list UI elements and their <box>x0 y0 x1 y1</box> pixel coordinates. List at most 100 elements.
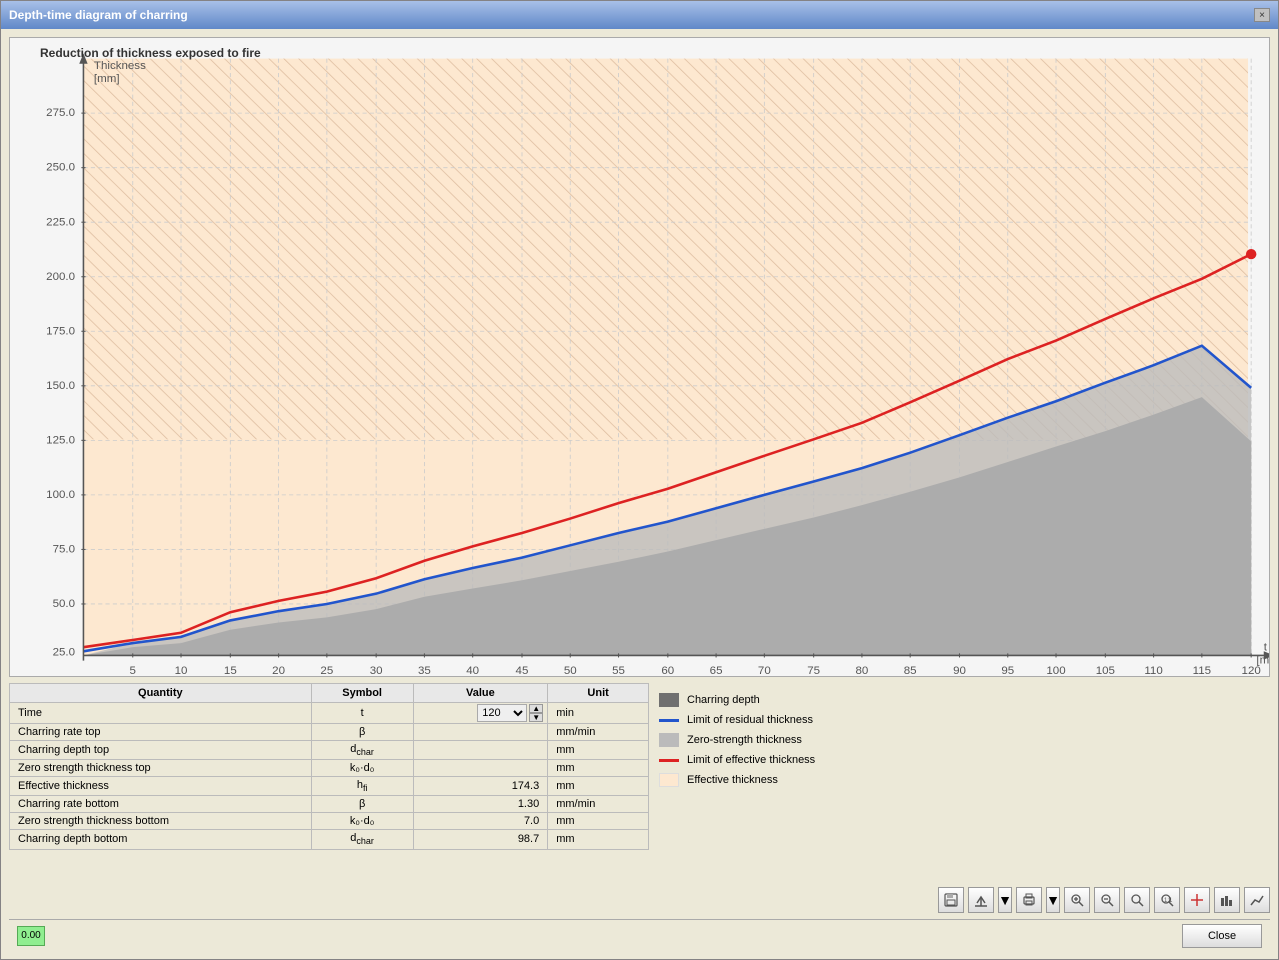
toolbar-section: ▼ ▼ 1:1 <box>659 887 1270 913</box>
legend-label-effective-line: Limit of effective thickness <box>687 754 815 766</box>
title-bar: Depth-time diagram of charring × <box>1 1 1278 29</box>
cross-button[interactable] <box>1184 887 1210 913</box>
chart-area: 275.0 250.0 225.0 200.0 175.0 150.0 125.… <box>9 37 1270 677</box>
value-charring-depth-top <box>413 741 548 760</box>
svg-text:1:1: 1:1 <box>1164 898 1173 904</box>
svg-text:100: 100 <box>1046 665 1065 676</box>
svg-text:10: 10 <box>175 665 188 676</box>
unit-charring-depth-top: mm <box>548 741 649 760</box>
quantity-charring-depth-bottom: Charring depth bottom <box>10 830 312 849</box>
svg-text:75: 75 <box>807 665 820 676</box>
quantity-effective-thickness: Effective thickness <box>10 777 312 796</box>
svg-text:150.0: 150.0 <box>46 380 75 392</box>
svg-text:225.0: 225.0 <box>46 216 75 228</box>
unit-zero-strength-top: mm <box>548 760 649 777</box>
chart-title: Reduction of thickness exposed to fire <box>40 46 261 60</box>
status-indicator: 0.00 <box>17 926 45 946</box>
export-button[interactable] <box>968 887 994 913</box>
value-effective-thickness: 174.3 <box>413 777 548 796</box>
svg-text:95: 95 <box>1001 665 1014 676</box>
window-close-button[interactable]: × <box>1254 8 1270 22</box>
line-chart-button[interactable] <box>1244 887 1270 913</box>
legend-label-charring: Charring depth <box>687 694 760 706</box>
svg-text:15: 15 <box>224 665 237 676</box>
zoom-fit-button[interactable] <box>1124 887 1150 913</box>
time-up-button[interactable]: ▲ <box>529 704 543 713</box>
time-down-button[interactable]: ▼ <box>529 713 543 722</box>
legend-swatch-effective-line <box>659 759 679 762</box>
legend-label-residual: Limit of residual thickness <box>687 714 813 726</box>
bottom-section: Quantity Symbol Value Unit Time t <box>9 683 1270 913</box>
symbol-charring-depth-top: dchar <box>311 741 413 760</box>
svg-text:30: 30 <box>370 665 383 676</box>
svg-text:20: 20 <box>272 665 285 676</box>
quantity-charring-depth-top: Charring depth top <box>10 741 312 760</box>
svg-text:[mm]: [mm] <box>94 73 120 85</box>
svg-text:80: 80 <box>856 665 869 676</box>
unit-time: min <box>548 703 649 724</box>
col-value: Value <box>413 684 548 703</box>
symbol-zero-strength-bottom: k₀·d₀ <box>311 813 413 830</box>
svg-text:115: 115 <box>1193 665 1211 676</box>
legend-swatch-effective-area <box>659 773 679 787</box>
svg-text:105: 105 <box>1096 665 1115 676</box>
svg-text:110: 110 <box>1144 665 1162 676</box>
svg-text:45: 45 <box>516 665 529 676</box>
svg-text:35: 35 <box>418 665 431 676</box>
value-zero-strength-top <box>413 760 548 777</box>
col-unit: Unit <box>548 684 649 703</box>
svg-text:5: 5 <box>130 665 136 676</box>
svg-text:200.0: 200.0 <box>46 271 75 283</box>
quantity-zero-strength-bottom: Zero strength thickness bottom <box>10 813 312 830</box>
row-charring-depth-bottom: Charring depth bottom dchar 98.7 mm <box>10 830 649 849</box>
row-zero-strength-bottom: Zero strength thickness bottom k₀·d₀ 7.0… <box>10 813 649 830</box>
symbol-charring-rate-top: β <box>311 724 413 741</box>
row-effective-thickness: Effective thickness hfi 174.3 mm <box>10 777 649 796</box>
svg-text:55: 55 <box>612 665 625 676</box>
unit-charring-rate-bottom: mm/min <box>548 796 649 813</box>
window-title: Depth-time diagram of charring <box>9 8 188 22</box>
svg-text:90: 90 <box>953 665 966 676</box>
unit-charring-rate-top: mm/min <box>548 724 649 741</box>
data-table: Quantity Symbol Value Unit Time t <box>9 683 649 850</box>
export-dropdown-button[interactable]: ▼ <box>998 887 1012 913</box>
svg-text:120: 120 <box>1242 665 1261 676</box>
print-dropdown-button[interactable]: ▼ <box>1046 887 1060 913</box>
save-button[interactable] <box>938 887 964 913</box>
legend-residual-thickness: Limit of residual thickness <box>659 713 1270 727</box>
svg-text:25: 25 <box>320 665 333 676</box>
legend-toolbar-container: Charring depth Limit of residual thickne… <box>659 683 1270 913</box>
row-time: Time t 120 60 90 <box>10 703 649 724</box>
unit-effective-thickness: mm <box>548 777 649 796</box>
col-quantity: Quantity <box>10 684 312 703</box>
print-button[interactable] <box>1016 887 1042 913</box>
svg-text:40: 40 <box>466 665 479 676</box>
svg-text:100.0: 100.0 <box>46 489 75 501</box>
value-zero-strength-bottom: 7.0 <box>413 813 548 830</box>
close-button[interactable]: Close <box>1182 924 1262 948</box>
value-charring-rate-top <box>413 724 548 741</box>
symbol-zero-strength-top: k₀·d₀ <box>311 760 413 777</box>
zoom-out-button[interactable] <box>1094 887 1120 913</box>
value-charring-rate-bottom: 1.30 <box>413 796 548 813</box>
zoom-in-button[interactable] <box>1064 887 1090 913</box>
time-select[interactable]: 120 60 90 <box>477 704 527 722</box>
svg-text:Thickness: Thickness <box>94 60 146 72</box>
svg-text:275.0: 275.0 <box>46 107 75 119</box>
unit-charring-depth-bottom: mm <box>548 830 649 849</box>
legend-swatch-residual <box>659 719 679 722</box>
quantity-charring-rate-top: Charring rate top <box>10 724 312 741</box>
legend-swatch-charring <box>659 693 679 707</box>
table-section: Quantity Symbol Value Unit Time t <box>9 683 649 913</box>
symbol-time: t <box>311 703 413 724</box>
value-charring-depth-bottom: 98.7 <box>413 830 548 849</box>
unit-zero-strength-bottom: mm <box>548 813 649 830</box>
svg-text:50.0: 50.0 <box>53 598 75 610</box>
zoom-reset-button[interactable]: 1:1 <box>1154 887 1180 913</box>
main-content: 275.0 250.0 225.0 200.0 175.0 150.0 125.… <box>1 29 1278 959</box>
bar-chart-button[interactable] <box>1214 887 1240 913</box>
legend-section: Charring depth Limit of residual thickne… <box>659 683 1270 883</box>
value-time[interactable]: 120 60 90 ▲ ▼ <box>413 703 548 724</box>
svg-text:70: 70 <box>758 665 771 676</box>
symbol-effective-thickness: hfi <box>311 777 413 796</box>
